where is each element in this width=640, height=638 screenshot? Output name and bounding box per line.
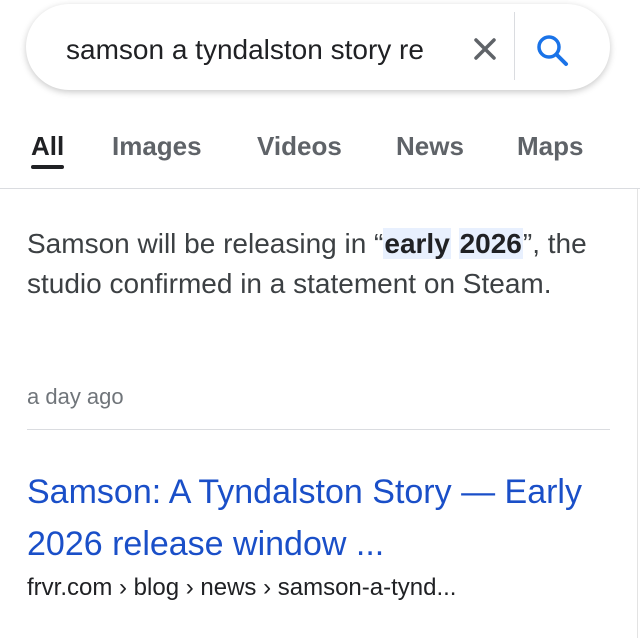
- result-breadcrumb-url[interactable]: frvr.com › blog › news › samson-a-tynd..…: [27, 571, 456, 605]
- search-tabs: All Images Videos News Maps: [0, 128, 640, 168]
- tab-maps[interactable]: Maps: [517, 128, 583, 164]
- tab-news[interactable]: News: [396, 128, 464, 164]
- card-edge: [637, 189, 638, 638]
- close-icon[interactable]: [470, 34, 500, 64]
- tab-videos[interactable]: Videos: [257, 128, 342, 164]
- snippet-text-start: Samson will be releasing in “: [27, 228, 384, 259]
- tab-images[interactable]: Images: [112, 128, 202, 164]
- search-input[interactable]: samson a tyndalston story re: [66, 31, 486, 69]
- snippet-date: a day ago: [27, 384, 124, 409]
- search-bar[interactable]: samson a tyndalston story re: [26, 4, 610, 90]
- search-header: samson a tyndalston story re All Images …: [0, 0, 640, 189]
- tab-all[interactable]: All: [31, 128, 64, 164]
- magnifier-icon[interactable]: [534, 32, 572, 70]
- snippet-highlight-2026: 2026: [458, 228, 523, 259]
- search-divider: [514, 12, 515, 80]
- result-title-link[interactable]: Samson: A Tyndalston Story — Early 2026 …: [27, 466, 617, 570]
- active-tab-indicator: [31, 165, 64, 169]
- featured-snippet: Samson will be releasing in “early 2026”…: [27, 224, 587, 304]
- snippet-highlight-early: early: [383, 228, 451, 259]
- card-divider: [27, 429, 610, 430]
